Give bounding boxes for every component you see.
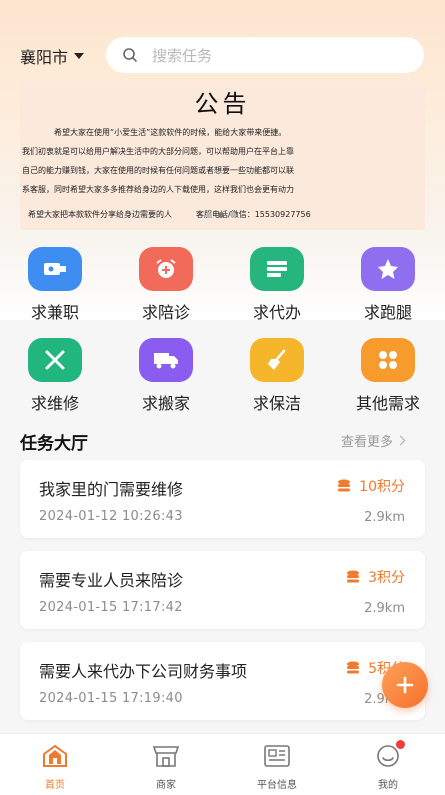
service-item-other[interactable]: 其他需求 [338, 338, 438, 414]
view-more-link[interactable]: 查看更多 [341, 431, 406, 450]
coins-icon [347, 661, 360, 674]
carousel-dot-active[interactable] [218, 212, 224, 218]
chevron-right-icon [395, 435, 406, 446]
caret-down-icon [74, 53, 85, 59]
task-points-value: 3积分 [368, 570, 405, 586]
task-hall-title: 任务大厅 [20, 434, 88, 454]
plus-icon [396, 676, 414, 694]
truck-icon [139, 338, 193, 382]
add-task-button[interactable] [382, 662, 428, 708]
carousel-dots [206, 212, 236, 218]
tab-label: 商家 [156, 780, 176, 791]
service-item-paotui[interactable]: 求跑腿 [338, 247, 438, 323]
task-date: 2024-01-15 17:17:42 [39, 600, 183, 615]
view-more-label: 查看更多 [341, 435, 394, 450]
task-points: 10积分 [337, 476, 405, 496]
notice-title: 公告 [194, 90, 251, 118]
service-label: 求保洁 [252, 394, 301, 413]
alarm-clock-icon [139, 247, 193, 291]
service-item-daiban[interactable]: 求代办 [227, 247, 327, 323]
service-label: 求跑腿 [363, 303, 412, 322]
service-item-baojie[interactable]: 求保洁 [227, 338, 327, 414]
tab-mine[interactable]: 我的 [348, 740, 428, 791]
service-label: 求搬家 [141, 394, 190, 413]
tab-label: 平台信息 [257, 780, 297, 791]
task-card[interactable]: 我家里的门需要维修 10积分 2024-01-12 10:26:43 2.9km [20, 460, 425, 538]
home-icon [43, 744, 67, 767]
bottom-tab-bar: 首页 商家 平台信息 我的 [0, 733, 445, 795]
notice-line: 系客服，同时希望大家多多推荐给身边的人下载使用，这样我们也会更有动力 [22, 185, 294, 194]
city-label: 襄阳市 [20, 48, 69, 67]
service-label: 求代办 [252, 303, 301, 322]
service-label: 求维修 [30, 394, 79, 413]
search-input[interactable]: 搜索任务 [106, 37, 424, 73]
service-item-weixiu[interactable]: 求维修 [5, 338, 105, 414]
search-icon [123, 48, 137, 62]
star-icon [361, 247, 415, 291]
tab-label: 首页 [45, 780, 65, 791]
top-bar: 襄阳市 搜索任务 [0, 36, 445, 76]
broom-icon [250, 338, 304, 382]
task-distance: 2.9km [364, 510, 405, 525]
city-selector[interactable]: 襄阳市 [20, 44, 85, 68]
usb-drive-icon [28, 247, 82, 291]
task-date: 2024-01-12 10:26:43 [39, 509, 183, 524]
notice-line: 希望大家在使用“小爱生活”这款软件的时候，能给大家带来便捷。 [54, 128, 287, 137]
task-date: 2024-01-15 17:19:40 [39, 691, 183, 706]
search-placeholder: 搜索任务 [152, 46, 213, 65]
task-title: 需要专业人员来陪诊 [39, 571, 184, 590]
service-label: 求兼职 [30, 303, 79, 322]
task-title: 需要人来代办下公司财务事项 [39, 662, 248, 681]
service-item-banjia[interactable]: 求搬家 [116, 338, 216, 414]
grid-icon [361, 338, 415, 382]
service-label: 其他需求 [355, 394, 420, 413]
carousel-dot[interactable] [230, 212, 236, 218]
task-title: 我家里的门需要维修 [39, 480, 184, 499]
tab-shop[interactable]: 商家 [126, 744, 206, 791]
notification-badge [396, 740, 405, 749]
task-card[interactable]: 需要专业人员来陪诊 3积分 2024-01-15 17:17:42 2.9km [20, 551, 425, 629]
notice-line: 我们初衷就是可以给用户解决生活中的大部分问题，可以帮助用户在平台上靠 [22, 147, 294, 156]
coins-icon [347, 570, 360, 583]
tab-label: 我的 [378, 780, 398, 791]
service-label: 求陪诊 [141, 303, 190, 322]
notice-banner[interactable]: 公告 希望大家在使用“小爱生活”这款软件的时候，能给大家带来便捷。 我们初衷就是… [20, 82, 425, 230]
carousel-dot[interactable] [206, 212, 212, 218]
task-card[interactable]: 需要人来代办下公司财务事项 5积分 2024-01-15 17:19:40 2.… [20, 642, 425, 720]
tab-home[interactable]: 首页 [15, 744, 95, 791]
notice-line: 希望大家把本款软件分享给身边需要的人 [28, 210, 172, 219]
task-points-value: 10积分 [359, 479, 405, 495]
notice-line: 自己的能力赚到钱，大家在使用的时候有任何问题或者想要一些功能都可以联 [22, 166, 294, 175]
task-distance: 2.9km [364, 601, 405, 616]
task-points: 3积分 [346, 567, 405, 587]
coins-icon [338, 479, 351, 492]
list-icon [250, 247, 304, 291]
info-board-icon [264, 745, 290, 767]
tools-icon [28, 338, 82, 382]
service-item-peizhen[interactable]: 求陪诊 [116, 247, 216, 323]
service-item-jianzhi[interactable]: 求兼职 [5, 247, 105, 323]
tab-platform-info[interactable]: 平台信息 [237, 744, 317, 791]
shop-icon [152, 746, 180, 767]
